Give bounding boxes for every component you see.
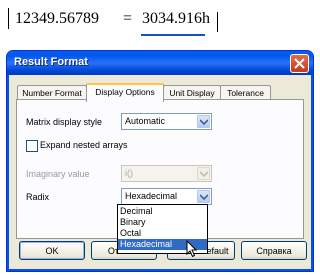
dropdown-button[interactable] [197,190,210,203]
imaginary-value-label: Imaginary value [26,169,90,179]
chevron-down-icon [200,119,208,125]
matrix-display-style-value: Automatic [125,116,166,126]
imaginary-value-value: i() [125,168,133,178]
radix-label: Radix [26,192,50,202]
radix-option-octal[interactable]: Octal [118,228,207,239]
imaginary-value-select: i() [121,165,212,182]
expand-nested-checkbox[interactable] [26,140,38,152]
close-icon [294,58,305,69]
matrix-display-style-select[interactable]: Automatic [121,113,212,130]
chevron-down-icon [200,194,208,200]
formula-result[interactable]: 3034.916h [142,10,210,28]
dialog-title: Result Format [14,56,88,68]
chevron-down-icon [200,171,208,177]
expand-nested-label: Expand nested arrays [40,140,128,150]
ok-button[interactable]: OK [19,241,85,260]
formula-region[interactable]: 12349.56789 = 3034.916h [8,6,218,36]
mouse-pointer-icon [186,240,198,258]
radix-option-binary[interactable]: Binary [118,217,207,228]
help-button[interactable]: Справка [241,241,307,260]
radix-option-decimal[interactable]: Decimal [118,206,207,217]
dropdown-button [197,167,210,180]
formula-equals: = [123,10,133,27]
text-caret [217,12,218,32]
dialog-titlebar[interactable]: Result Format [7,51,313,75]
tab-number-format[interactable]: Number Format [17,85,87,100]
radix-value: Hexadecimal [125,191,178,201]
result-selection-underline [141,34,205,36]
tab-unit-display[interactable]: Unit Display [163,85,221,100]
dropdown-button[interactable] [197,115,210,128]
radix-select[interactable]: Hexadecimal [121,188,212,205]
close-button[interactable] [290,54,309,73]
tab-tolerance[interactable]: Tolerance [220,85,271,100]
matrix-display-style-label: Matrix display style [26,117,103,127]
region-left-border [8,8,9,29]
tab-display-options[interactable]: Display Options [86,83,164,102]
formula-lhs: 12349.56789 [15,10,99,27]
